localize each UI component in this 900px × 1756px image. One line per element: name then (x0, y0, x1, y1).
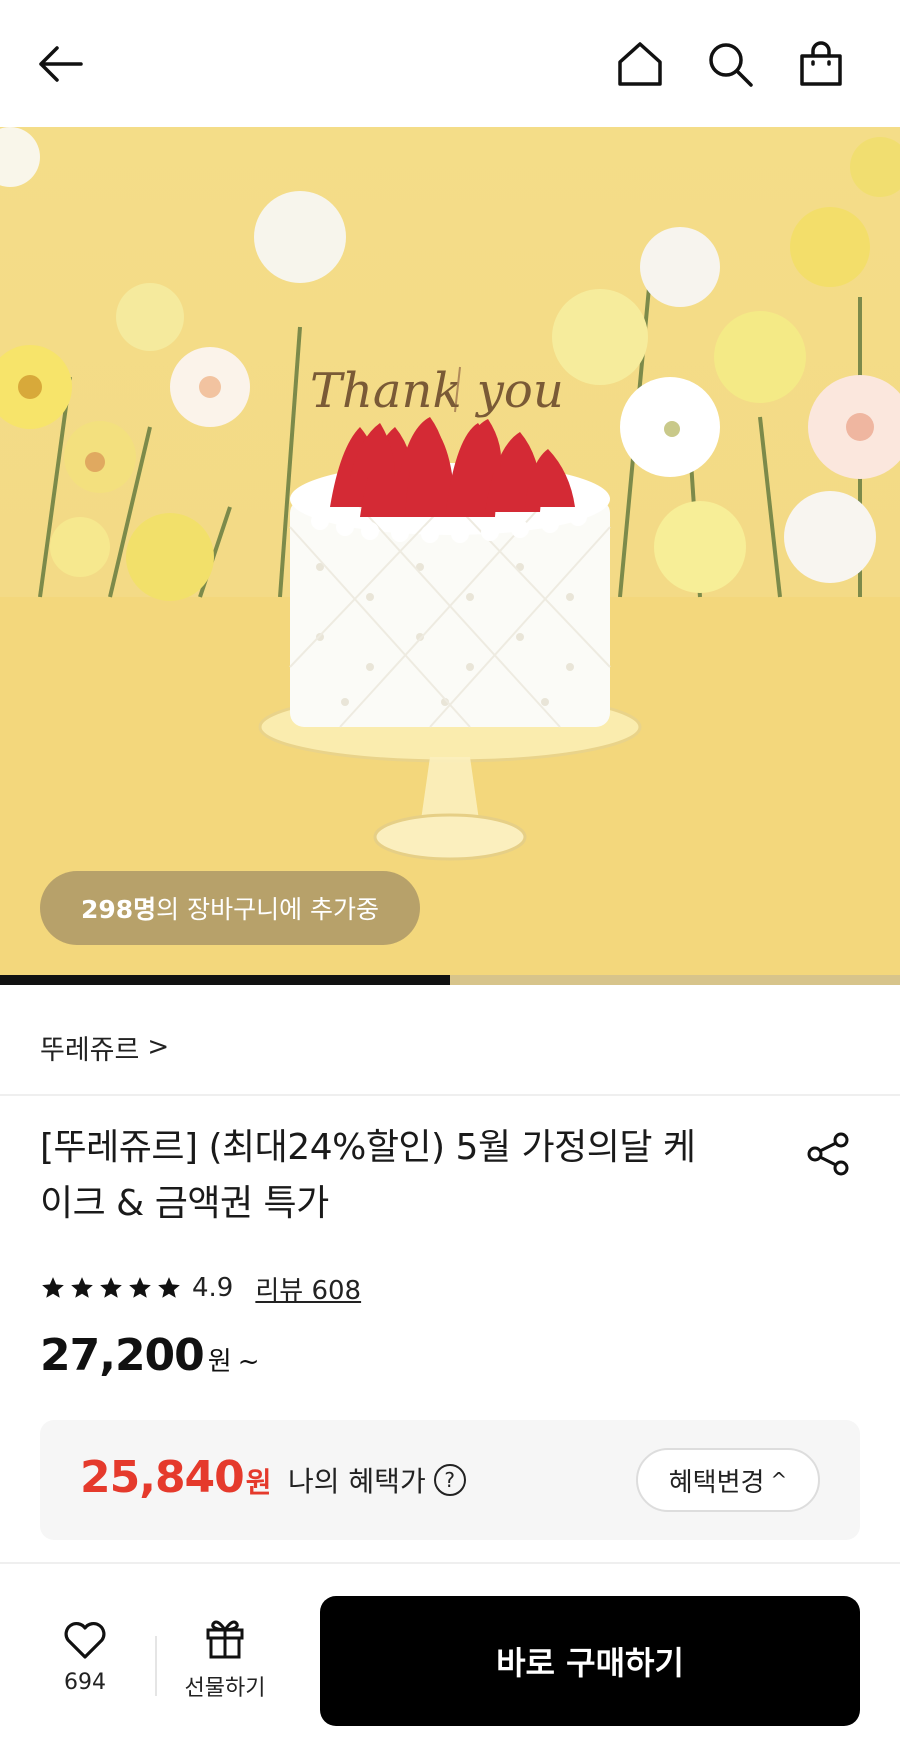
benefit-price-value: 25,840 (80, 1452, 245, 1503)
chevron-right-icon: > (147, 1032, 170, 1062)
heart-icon (64, 1622, 106, 1659)
benefit-price-box: 25,840 원 나의 혜택가 ? 혜택변경 ^ (40, 1420, 860, 1540)
home-icon (618, 42, 662, 86)
rating-row: 4.9 리뷰 608 (40, 1268, 361, 1308)
image-slide-progress (0, 975, 900, 985)
price-value: 27,200 (40, 1330, 205, 1381)
cart-button[interactable] (791, 34, 851, 94)
back-button[interactable] (30, 34, 90, 94)
star-rating (40, 1275, 182, 1301)
price-suffix: ~ (237, 1347, 260, 1377)
star-icon (129, 1277, 151, 1298)
gift-icon (206, 1620, 244, 1659)
gift-label: 선물하기 (184, 1676, 266, 1701)
top-header (0, 0, 900, 127)
brand-name: 뚜레쥬르 (40, 1034, 140, 1066)
share-icon (807, 1132, 849, 1176)
benefit-price: 25,840 원 (80, 1452, 272, 1503)
like-count: 694 (64, 1670, 106, 1695)
search-button[interactable] (700, 34, 760, 94)
rating-value: 4.9 (192, 1273, 234, 1303)
benefit-change-button[interactable]: 혜택변경 ^ (636, 1448, 820, 1512)
product-title: [뚜레쥬르] (최대24%할인) 5월 가정의달 케 이크 & 금액권 특가 (40, 1120, 780, 1232)
image-slide-progress-fill (0, 975, 450, 985)
search-icon (709, 43, 753, 87)
product-title-line: 이크 & 금액권 특가 (40, 1183, 329, 1224)
cake-photo: Thank you (0, 127, 900, 975)
star-icon (158, 1277, 180, 1298)
cart-count: 298명 (80, 895, 157, 924)
product-price: 27,200 원 ~ (40, 1330, 260, 1381)
cart-count-pill: 298명 의 장바구니에 추가중 (40, 871, 420, 945)
divider (155, 1636, 157, 1696)
review-link[interactable]: 리뷰 608 (255, 1270, 361, 1307)
gift-button[interactable]: 선물하기 (175, 1616, 275, 1726)
product-hero-image[interactable]: Thank you 298명 의 장바구니에 추가중 (0, 127, 900, 975)
divider (0, 1094, 900, 1096)
like-button[interactable]: 694 (40, 1620, 130, 1730)
home-button[interactable] (610, 34, 670, 94)
star-icon (71, 1277, 93, 1298)
share-button[interactable] (800, 1126, 856, 1182)
star-icon (100, 1277, 122, 1298)
product-title-line: [뚜레쥬르] (최대24%할인) 5월 가정의달 케 (40, 1127, 696, 1168)
help-icon[interactable]: ? (433, 1464, 466, 1496)
brand-link[interactable]: 뚜레쥬르 > (40, 1012, 169, 1082)
benefit-price-unit: 원 (245, 1466, 272, 1499)
benefit-change-label: 혜택변경 (668, 1467, 765, 1498)
cart-count-text: 의 장바구니에 추가중 (156, 895, 380, 924)
shopping-bag-icon (800, 41, 842, 86)
benefit-label-text: 나의 혜택가 (288, 1465, 426, 1498)
star-icon (42, 1277, 64, 1298)
price-unit: 원 (207, 1347, 232, 1377)
benefit-label: 나의 혜택가 ? (288, 1460, 466, 1500)
bottom-action-bar: 694 선물하기 바로 구매하기 (0, 1564, 900, 1756)
buy-now-button[interactable]: 바로 구매하기 (320, 1596, 860, 1726)
arrow-left-icon (39, 46, 83, 82)
cake-topper-text: Thank you (310, 363, 564, 419)
chevron-up-icon: ^ (770, 1468, 788, 1492)
